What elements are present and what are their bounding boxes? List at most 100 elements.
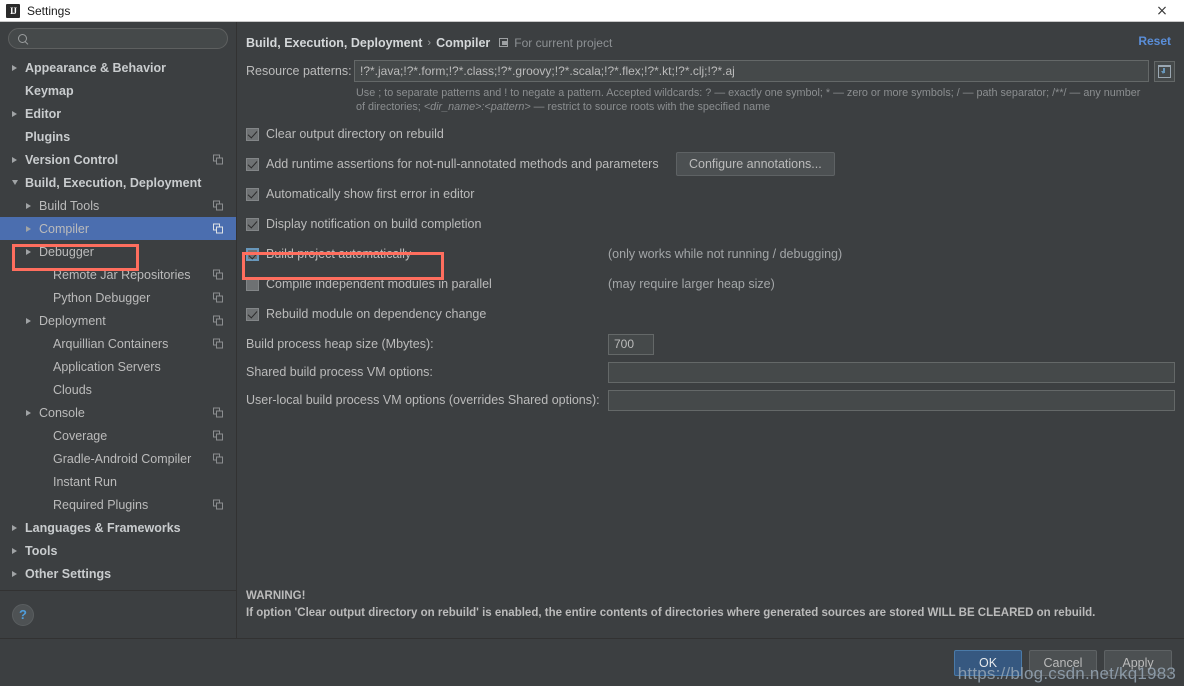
search-box[interactable]	[8, 28, 228, 49]
checkbox-automatically-show-first-error[interactable]	[246, 188, 259, 201]
chevron-right-icon[interactable]	[8, 521, 21, 534]
breadcrumb-current: Compiler	[436, 36, 490, 50]
copy-settings-icon[interactable]	[213, 407, 224, 418]
chevron-right-icon[interactable]	[8, 61, 21, 74]
sidebar-item-version-control[interactable]: Version Control	[0, 148, 236, 171]
checkbox-row-compile-independent-modules-in: Compile independent modules in parallel(…	[246, 273, 1175, 295]
breadcrumb: Build, Execution, Deployment › Compiler …	[246, 30, 1175, 56]
sidebar-item-label: Build Tools	[39, 199, 99, 213]
checkbox-add-runtime-assertions-for[interactable]	[246, 158, 259, 171]
sidebar-item-plugins[interactable]: Plugins	[0, 125, 236, 148]
sidebar-item-tools[interactable]: Tools	[0, 539, 236, 562]
chevron-right-icon[interactable]	[22, 199, 35, 212]
configure-annotations-button[interactable]: Configure annotations...	[676, 152, 835, 176]
checkbox-build-project-automatically[interactable]	[246, 248, 259, 261]
checkbox-row-rebuild-module-on-dependency: Rebuild module on dependency change	[246, 303, 1175, 325]
resource-patterns-input[interactable]	[354, 60, 1149, 82]
chevron-right-icon[interactable]	[22, 245, 35, 258]
copy-settings-icon[interactable]	[213, 292, 224, 303]
copy-settings-icon[interactable]	[213, 200, 224, 211]
settings-sidebar: Appearance & BehaviorKeymap Editor Plugins…	[0, 22, 237, 638]
sidebar-item-build-tools[interactable]: Build Tools	[0, 194, 236, 217]
cancel-button[interactable]: Cancel	[1029, 650, 1097, 676]
checkbox-compile-independent-modules-in[interactable]	[246, 278, 259, 291]
chevron-right-icon[interactable]	[22, 222, 35, 235]
checkbox-rebuild-module-on-dependency[interactable]	[246, 308, 259, 321]
ok-button[interactable]: OK	[954, 650, 1022, 676]
resource-patterns-row: Resource patterns:	[246, 60, 1175, 82]
sidebar-item-python-debugger[interactable]: Python Debugger	[0, 286, 236, 309]
sidebar-item-label: Arquillian Containers	[53, 337, 168, 351]
warning-message: WARNING! If option 'Clear output directo…	[246, 588, 1095, 622]
chevron-down-icon[interactable]	[8, 176, 21, 189]
checkbox-row-automatically-show-first-error: Automatically show first error in editor	[246, 183, 1175, 205]
sidebar-item-deployment[interactable]: Deployment	[0, 309, 236, 332]
sidebar-item-label: Editor	[25, 107, 61, 121]
sidebar-item-application-servers[interactable]: Application Servers	[0, 355, 236, 378]
tree-spacer	[36, 429, 49, 442]
checkbox-label: Rebuild module on dependency change	[266, 307, 486, 321]
checkbox-row-display-notification-on-build: Display notification on build completion	[246, 213, 1175, 235]
sidebar-item-appearance-behavior[interactable]: Appearance & Behavior	[0, 56, 236, 79]
help-icon[interactable]: ?	[12, 604, 34, 626]
chevron-right-icon[interactable]	[22, 314, 35, 327]
sidebar-item-instant-run[interactable]: Instant Run	[0, 470, 236, 493]
search-input[interactable]	[33, 32, 219, 46]
settings-tree: Appearance & BehaviorKeymap Editor Plugins…	[0, 53, 236, 590]
tree-spacer	[36, 498, 49, 511]
shared-vm-options-input[interactable]	[608, 362, 1175, 383]
sidebar-footer: ?	[0, 590, 236, 638]
sidebar-item-editor[interactable]: Editor	[0, 102, 236, 125]
copy-settings-icon[interactable]	[213, 430, 224, 441]
checkbox-label: Compile independent modules in parallel	[266, 277, 492, 291]
tree-spacer	[36, 268, 49, 281]
chevron-right-icon[interactable]	[22, 406, 35, 419]
sidebar-item-clouds[interactable]: Clouds	[0, 378, 236, 401]
sidebar-item-required-plugins[interactable]: Required Plugins	[0, 493, 236, 516]
sidebar-item-label: Languages & Frameworks	[25, 521, 181, 535]
checkbox-label: Clear output directory on rebuild	[266, 127, 444, 141]
search-container	[0, 22, 236, 53]
sidebar-item-other-settings[interactable]: Other Settings	[0, 562, 236, 585]
copy-settings-icon[interactable]	[213, 223, 224, 234]
copy-settings-icon[interactable]	[213, 453, 224, 464]
sidebar-item-label: Tools	[25, 544, 57, 558]
chevron-right-icon[interactable]	[8, 107, 21, 120]
checkbox-display-notification-on-build[interactable]	[246, 218, 259, 231]
user-vm-options-input[interactable]	[608, 390, 1175, 411]
search-icon	[17, 33, 29, 45]
reset-link[interactable]: Reset	[1138, 34, 1171, 48]
sidebar-item-console[interactable]: Console	[0, 401, 236, 424]
sidebar-item-label: Required Plugins	[53, 498, 148, 512]
sidebar-item-debugger[interactable]: Debugger	[0, 240, 236, 263]
tree-spacer	[36, 337, 49, 350]
chevron-right-icon[interactable]	[8, 544, 21, 557]
sidebar-item-gradle-android-compiler[interactable]: Gradle-Android Compiler	[0, 447, 236, 470]
close-icon[interactable]: ×	[1140, 0, 1184, 22]
sidebar-item-build-execution-deployment[interactable]: Build, Execution, Deployment	[0, 171, 236, 194]
sidebar-item-remote-jar-repositories[interactable]: Remote Jar Repositories	[0, 263, 236, 286]
heap-size-input[interactable]	[608, 334, 654, 355]
apply-button[interactable]: Apply	[1104, 650, 1172, 676]
sidebar-item-compiler[interactable]: Compiler	[0, 217, 236, 240]
copy-settings-icon[interactable]	[213, 269, 224, 280]
copy-settings-icon[interactable]	[213, 315, 224, 326]
sidebar-item-languages-frameworks[interactable]: Languages & Frameworks	[0, 516, 236, 539]
chevron-right-icon[interactable]	[8, 153, 21, 166]
checkbox-clear-output-directory-on[interactable]	[246, 128, 259, 141]
checkbox-row-clear-output-directory-on: Clear output directory on rebuild	[246, 123, 1175, 145]
chevron-right-icon[interactable]	[8, 567, 21, 580]
sidebar-item-arquillian-containers[interactable]: Arquillian Containers	[0, 332, 236, 355]
sidebar-item-coverage[interactable]: Coverage	[0, 424, 236, 447]
sidebar-item-label: Deployment	[39, 314, 106, 328]
checkbox-row-build-project-automatically: Build project automatically(only works w…	[246, 243, 1175, 265]
sidebar-item-label: Instant Run	[53, 475, 117, 489]
copy-settings-icon[interactable]	[213, 338, 224, 349]
compiler-options-list: Clear output directory on rebuildAdd run…	[246, 123, 1175, 325]
sidebar-item-label: Plugins	[25, 130, 70, 144]
expand-patterns-icon[interactable]	[1154, 61, 1175, 82]
sidebar-item-keymap[interactable]: Keymap	[0, 79, 236, 102]
copy-settings-icon[interactable]	[213, 154, 224, 165]
sidebar-item-label: Compiler	[39, 222, 89, 236]
copy-settings-icon[interactable]	[213, 499, 224, 510]
